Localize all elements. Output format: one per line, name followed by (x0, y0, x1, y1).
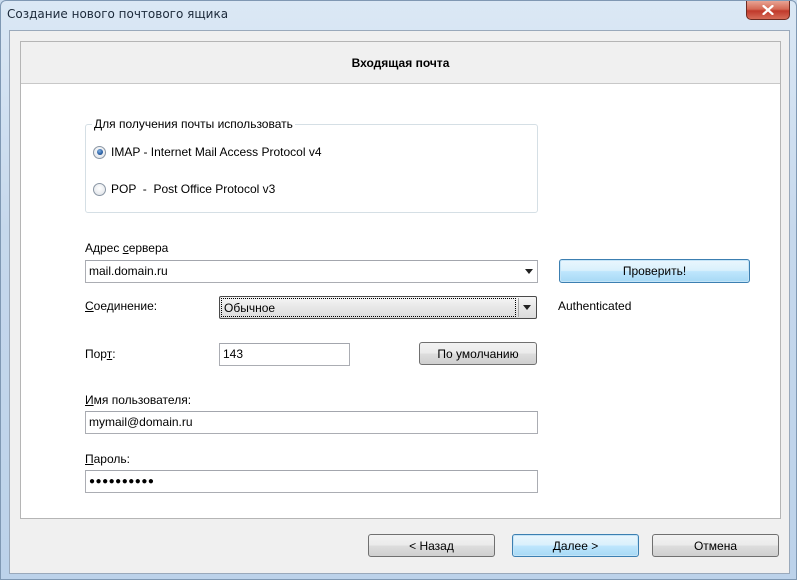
connection-label-rest: оединение: (93, 299, 158, 313)
connection-label: Соединение: (85, 299, 157, 313)
password-label-accelerator: П (85, 452, 94, 466)
pop-radio[interactable] (93, 182, 106, 196)
chevron-down-icon[interactable] (525, 269, 533, 274)
connection-select[interactable]: Обычное (219, 296, 537, 319)
receive-protocol-group: Для получения почты использовать IMAP - … (85, 117, 538, 213)
port-label-rest: : (112, 347, 116, 361)
username-label-accelerator: И (85, 393, 94, 407)
username-label-rest: мя пользователя: (93, 393, 192, 407)
imap-radio[interactable] (93, 145, 106, 159)
imap-option[interactable]: IMAP - Internet Mail Access Protocol v4 (93, 145, 322, 159)
server-label-part: Адрес (85, 241, 123, 255)
default-port-button[interactable]: По умолчанию (419, 342, 537, 365)
connection-status: Authenticated (558, 299, 632, 313)
close-icon (762, 5, 774, 15)
port-label-part: Пор (85, 347, 107, 361)
server-address-combobox[interactable]: mail.domain.ru (85, 260, 538, 283)
username-label: Имя пользователя: (85, 393, 191, 407)
port-input[interactable]: 143 (219, 343, 350, 366)
password-input[interactable]: ●●●●●●●●●● (85, 470, 538, 493)
chevron-down-icon (523, 305, 531, 310)
pop-option[interactable]: POP - Post Office Protocol v3 (93, 182, 275, 196)
username-input[interactable]: mymail@domain.ru (85, 411, 538, 434)
pop-label: POP - Post Office Protocol v3 (111, 182, 276, 196)
password-label-rest: ароль: (93, 452, 130, 466)
port-label: Порт: (85, 347, 116, 361)
close-button[interactable] (746, 1, 790, 20)
next-button[interactable]: Далее > (512, 534, 639, 557)
page-title: Входящая почта (21, 42, 780, 84)
wizard-page: Входящая почта Для получения почты испол… (20, 41, 781, 519)
dialog-window: Создание нового почтового ящика Входящая… (0, 0, 797, 580)
receive-protocol-legend: Для получения почты использовать (92, 117, 295, 131)
connection-select-value: Обычное (221, 298, 516, 317)
password-label: Пароль: (85, 452, 130, 466)
back-button[interactable]: < Назад (368, 534, 495, 557)
server-address-label: Адрес сервера (85, 241, 168, 255)
cancel-button[interactable]: Отмена (652, 534, 779, 557)
check-server-button[interactable]: Проверить! (559, 259, 750, 283)
connection-dropdown-button[interactable] (518, 298, 535, 317)
connection-label-accelerator: С (85, 299, 94, 313)
window-title: Создание нового почтового ящика (7, 7, 229, 21)
imap-label: IMAP - Internet Mail Access Protocol v4 (111, 145, 322, 159)
server-address-value: mail.domain.ru (89, 264, 168, 278)
dialog-client-area: Входящая почта Для получения почты испол… (9, 30, 790, 574)
server-label-rest: ервера (128, 241, 169, 255)
